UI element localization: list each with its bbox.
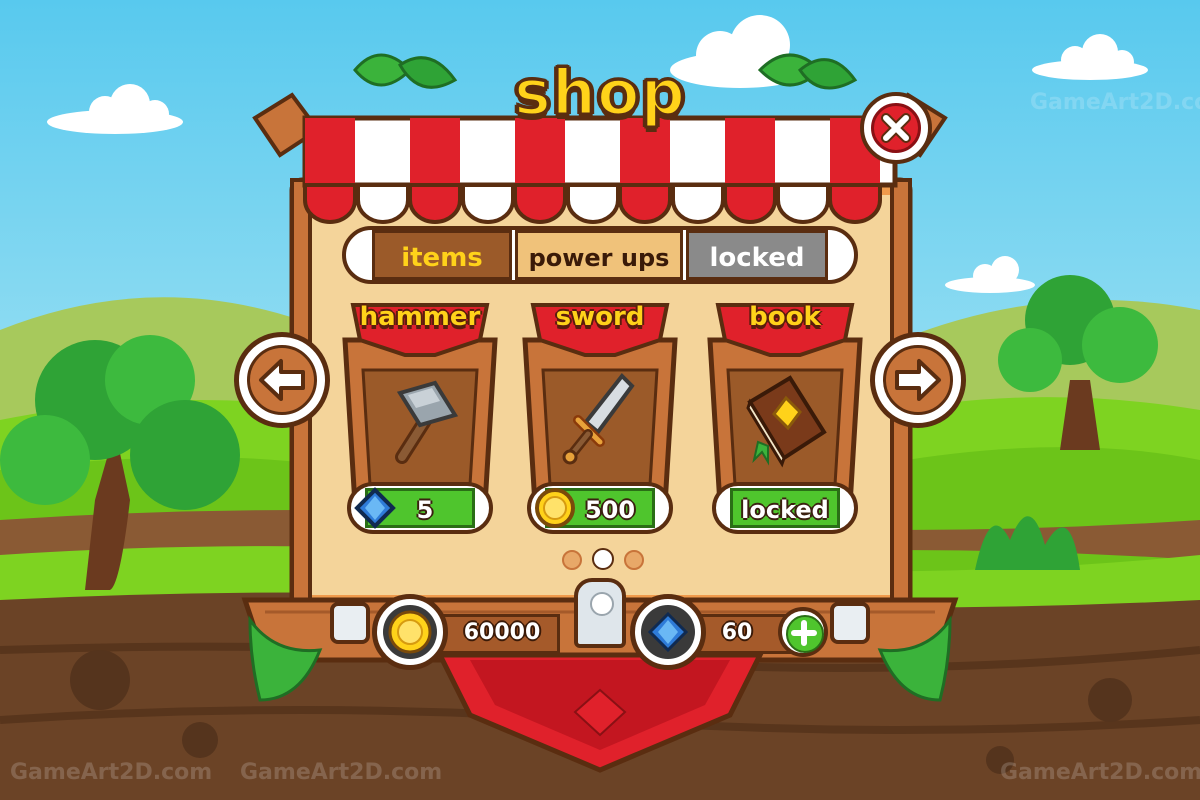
arrow-right-icon (895, 359, 941, 401)
hammer-icon (395, 380, 459, 464)
left-bolt (330, 602, 370, 644)
gem-amount: 60 (721, 620, 753, 645)
next-page-button[interactable] (870, 332, 966, 428)
gem-badge (630, 594, 706, 670)
gem-icon (647, 611, 689, 653)
coin-badge (372, 594, 448, 670)
add-gems-button[interactable] (778, 607, 828, 657)
product-card-book[interactable]: book locked (700, 300, 870, 550)
close-icon (881, 113, 911, 143)
page-dot[interactable] (562, 550, 582, 570)
prev-page-button[interactable] (234, 332, 330, 428)
shop-title: shop (512, 56, 687, 129)
book-icon (746, 375, 827, 468)
product-price-sword: 500 (584, 496, 636, 524)
product-name-book: book (749, 302, 821, 332)
tab-locked[interactable]: locked (686, 230, 828, 280)
tab-items[interactable]: items (372, 230, 512, 280)
page-dot-active[interactable] (592, 548, 614, 570)
tab-power-ups[interactable]: power ups (515, 230, 683, 280)
game-scene: GameArt2D.com GameArt2D.com GameArt2D.co… (0, 0, 1200, 800)
product-name-sword: sword (555, 302, 645, 332)
coin-amount: 60000 (463, 620, 541, 645)
right-bolt (830, 602, 870, 644)
product-name-hammer: hammer (359, 302, 481, 332)
close-button[interactable] (860, 92, 932, 164)
page-dot[interactable] (624, 550, 644, 570)
arrow-left-icon (259, 359, 305, 401)
product-card-hammer[interactable]: hammer 5 (335, 300, 505, 550)
product-card-sword[interactable]: sword 500 (515, 300, 685, 550)
center-bolt (574, 578, 626, 648)
sword-icon (562, 372, 635, 465)
product-price-hammer: 5 (416, 496, 434, 524)
plus-icon (791, 620, 817, 646)
product-price-book: locked (741, 496, 829, 524)
coin-icon (388, 610, 432, 654)
